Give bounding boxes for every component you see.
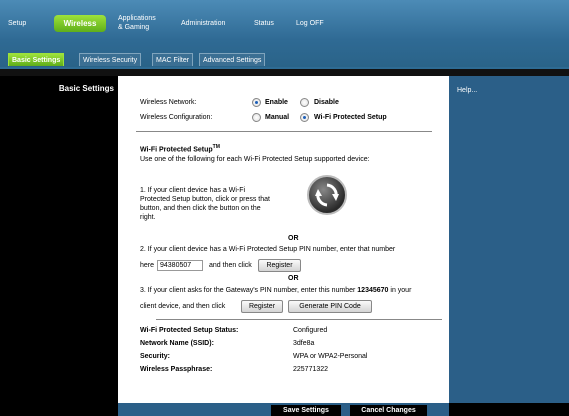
- divider-strip: [0, 69, 569, 76]
- manual-radio[interactable]: [252, 113, 261, 122]
- gateway-pin: 12345670: [357, 287, 389, 294]
- enable-radio[interactable]: [252, 98, 261, 107]
- register-button-1[interactable]: Register: [258, 259, 301, 272]
- tab-wireless-security[interactable]: Wireless Security: [79, 53, 142, 66]
- ssid-label: Network Name (SSID):: [140, 340, 214, 347]
- wps-title: Wi-Fi Protected SetupTM: [140, 144, 220, 153]
- wps-tm: TM: [212, 144, 220, 150]
- wps-label: Wi-Fi Protected Setup: [314, 114, 387, 121]
- wps-step2-here: here: [140, 262, 155, 269]
- wps-push-button-icon[interactable]: [307, 175, 347, 215]
- passphrase-value: 225771322: [293, 366, 329, 373]
- disable-label: Disable: [314, 99, 339, 106]
- wps-status-value: Configured: [293, 327, 328, 334]
- wps-step3-text: 3. If your client asks for the Gateway's…: [140, 287, 411, 294]
- disable-radio[interactable]: [300, 98, 309, 107]
- sidebar-title: Basic Settings: [58, 84, 114, 93]
- wps-radio[interactable]: [300, 113, 309, 122]
- wps-step1: 1. If your client device has a Wi-Fi Pro…: [140, 186, 270, 222]
- left-sidebar: Basic Settings: [0, 76, 118, 403]
- security-label: Security:: [140, 353, 170, 360]
- wireless-config-label: Wireless Configuration:: [140, 114, 213, 121]
- top-navigation: Setup Wireless Applications & Gaming Adm…: [0, 0, 569, 40]
- wps-status-label: Wi-Fi Protected Setup Status:: [140, 327, 239, 334]
- wps-step2-then: and then click: [209, 262, 252, 269]
- tab-advanced-settings[interactable]: Advanced Settings: [199, 53, 266, 66]
- footer-bar: Save Settings Cancel Changes: [0, 403, 569, 416]
- nav-setup[interactable]: Setup: [8, 20, 26, 27]
- wps-title-text: Wi-Fi Protected Setup: [140, 146, 213, 154]
- wireless-network-label: Wireless Network:: [140, 99, 197, 106]
- tab-basic-settings[interactable]: Basic Settings: [8, 53, 65, 66]
- section-divider: [136, 131, 432, 132]
- passphrase-label: Wireless Passphrase:: [140, 366, 213, 373]
- cancel-changes-button[interactable]: Cancel Changes: [350, 405, 427, 416]
- wps-arrows-icon: [315, 183, 339, 207]
- generate-pin-button[interactable]: Generate PIN Code: [288, 300, 372, 313]
- client-pin-input[interactable]: [157, 260, 203, 271]
- nav-administration[interactable]: Administration: [181, 20, 225, 27]
- help-panel: Help...: [449, 76, 569, 403]
- save-settings-button[interactable]: Save Settings: [271, 405, 341, 416]
- register-button-2[interactable]: Register: [241, 300, 283, 313]
- security-value: WPA or WPA2-Personal: [293, 353, 368, 360]
- wps-intro: Use one of the following for each Wi-Fi …: [140, 156, 370, 163]
- status-divider: [156, 319, 442, 320]
- wps-step3-prefix: 3. If your client asks for the Gateway's…: [140, 287, 356, 294]
- or-separator-2: OR: [288, 275, 299, 282]
- wps-step1-line2: Protected Setup button, click or press t…: [140, 196, 270, 203]
- enable-label: Enable: [265, 99, 288, 106]
- main-panel: Wireless Network: Enable Disable Wireles…: [118, 76, 449, 403]
- nav-applications-gaming[interactable]: Applications & Gaming: [118, 14, 156, 32]
- help-link[interactable]: Help...: [457, 87, 477, 94]
- wps-step3-line2: client device, and then click: [140, 303, 226, 310]
- ssid-value: 3dfe8a: [293, 340, 315, 347]
- wps-step1-line3: button, and then click the button on the: [140, 205, 261, 212]
- manual-label: Manual: [265, 114, 290, 121]
- nav-status[interactable]: Status: [254, 20, 274, 27]
- wps-step3-in: in your: [390, 287, 412, 294]
- wps-step1-line4: right.: [140, 214, 156, 221]
- or-separator-1: OR: [288, 235, 299, 242]
- tab-mac-filter[interactable]: MAC Filter: [152, 53, 194, 66]
- nav-wireless[interactable]: Wireless: [54, 15, 106, 32]
- wps-step2-text: 2. If your client device has a Wi-Fi Pro…: [140, 246, 396, 253]
- nav-logoff[interactable]: Log OFF: [296, 20, 324, 27]
- nav-applications-line1: Applications: [118, 15, 156, 22]
- nav-applications-line2: & Gaming: [118, 24, 150, 31]
- wps-step1-line1: 1. If your client device has a Wi-Fi: [140, 187, 246, 194]
